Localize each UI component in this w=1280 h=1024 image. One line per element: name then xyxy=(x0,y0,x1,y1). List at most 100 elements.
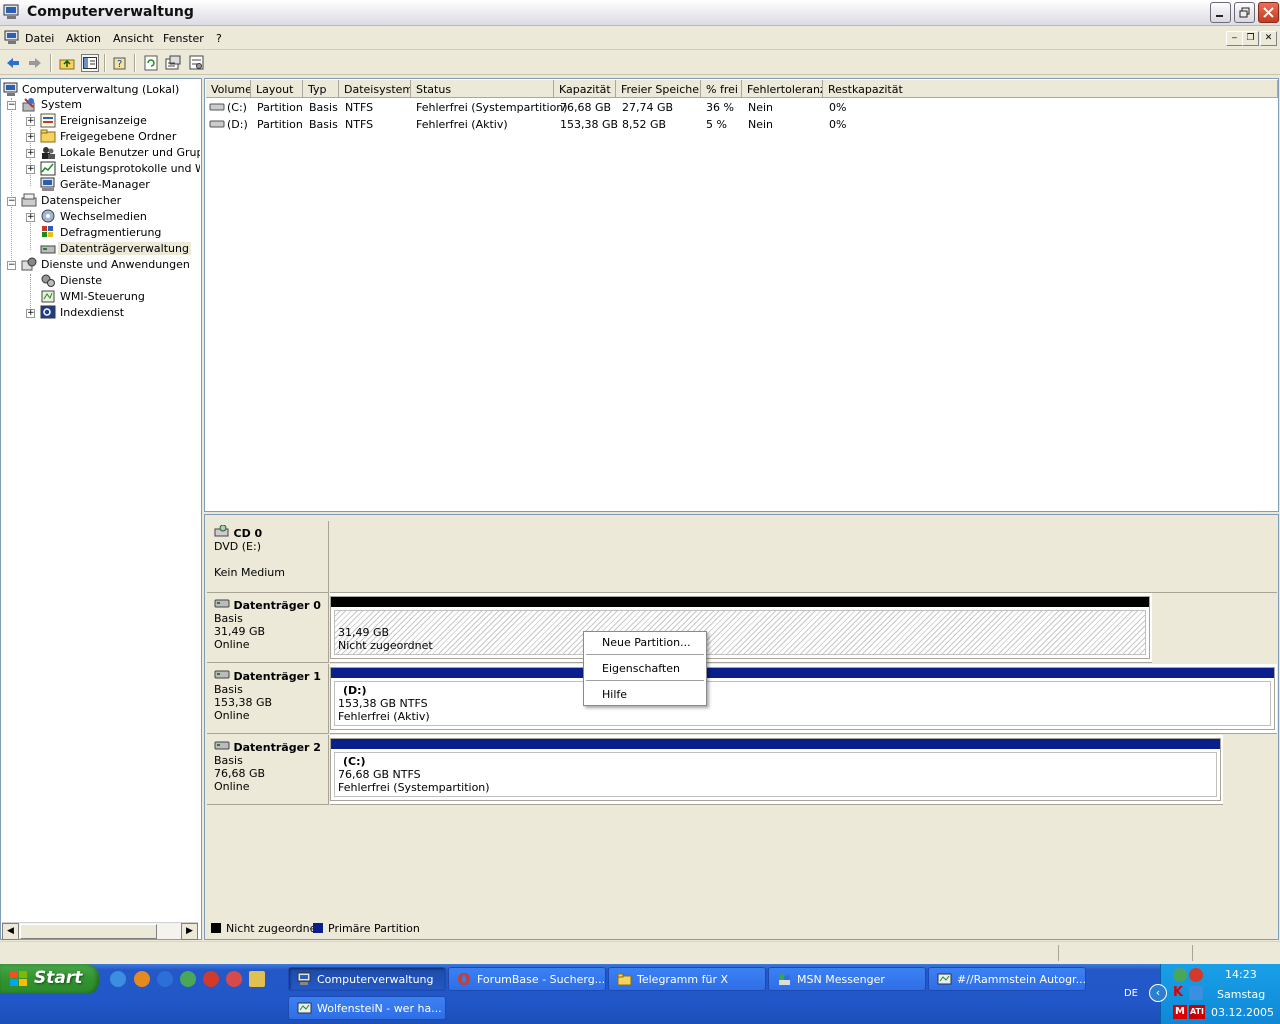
task-button-msn-messenger[interactable]: MSN Messenger xyxy=(768,967,926,991)
msn-tray-icon[interactable] xyxy=(1173,968,1187,982)
messenger-icon[interactable] xyxy=(180,971,196,987)
task-button-computerverwaltung[interactable]: Computerverwaltung xyxy=(288,967,446,991)
console-tree[interactable]: Computerverwaltung (Lokal) − System + Er… xyxy=(0,78,202,940)
mdi-window-icon[interactable] xyxy=(4,30,20,45)
minimize-button[interactable] xyxy=(1210,2,1231,23)
partition-c[interactable]: (C:) 76,68 GB NTFS Fehlerfrei (Systempar… xyxy=(330,738,1221,801)
disk-label-disk2[interactable]: Datenträger 2 Basis 76,68 GB Online xyxy=(207,735,329,805)
mdi-close-button[interactable]: ✕ xyxy=(1260,31,1277,46)
collapse-toggle[interactable]: − xyxy=(7,261,16,270)
media-app-icon[interactable] xyxy=(226,971,242,987)
mcafee-icon[interactable]: M xyxy=(1173,1005,1187,1019)
partition-drive: (C:) xyxy=(343,755,366,768)
tree-item-lokale-benutzer[interactable]: Lokale Benutzer und Gruppen xyxy=(40,145,200,161)
antivirus-icon[interactable]: K xyxy=(1173,986,1187,1000)
collapse-toggle[interactable]: − xyxy=(7,197,16,206)
opera-icon[interactable] xyxy=(203,971,219,987)
column-header-prozent-frei[interactable]: % frei xyxy=(701,80,742,98)
scroll-right-button[interactable]: ▶ xyxy=(181,923,198,940)
scroll-left-button[interactable]: ◀ xyxy=(2,923,19,940)
menu-datei[interactable]: Datei xyxy=(25,32,54,45)
expand-toggle[interactable]: + xyxy=(26,117,35,126)
arrow-right-icon xyxy=(29,58,41,68)
toolbar-app-icon[interactable] xyxy=(134,971,150,987)
computer-management-icon[interactable] xyxy=(3,4,20,20)
mdi-restore-button[interactable]: ❐ xyxy=(1242,31,1259,46)
expand-toggle[interactable]: + xyxy=(26,149,35,158)
column-header-layout[interactable]: Layout xyxy=(251,80,303,98)
menu-item-neue-partition[interactable]: Neue Partition... xyxy=(602,636,691,649)
toolbar: ? xyxy=(0,51,1280,75)
show-hide-tree-button[interactable] xyxy=(81,54,99,72)
disk-label-disk1[interactable]: Datenträger 1 Basis 153,38 GB Online xyxy=(207,664,329,734)
properties-button[interactable] xyxy=(164,54,182,72)
disk-name: Datenträger 0 xyxy=(233,599,321,612)
expand-toggle[interactable]: + xyxy=(26,309,35,318)
column-header-freier-speicher[interactable]: Freier Speicher xyxy=(616,80,701,98)
ati-icon[interactable]: ATI xyxy=(1189,1005,1205,1019)
partition-unallocated[interactable]: 31,49 GB Nicht zugeordnet xyxy=(330,596,1150,659)
table-row[interactable]: (C:) Partition Basis NTFS Fehlerfrei (Sy… xyxy=(207,100,1277,116)
ie-icon[interactable] xyxy=(110,971,126,987)
menu-ansicht[interactable]: Ansicht xyxy=(113,32,154,45)
event-viewer-icon xyxy=(40,113,56,128)
column-header-typ[interactable]: Typ xyxy=(303,80,339,98)
menu-item-eigenschaften[interactable]: Eigenschaften xyxy=(602,662,680,675)
scroll-thumb[interactable] xyxy=(20,924,157,939)
disk-graphic-pane[interactable]: CD 0 DVD (E:) Kein Medium Datenträger 0 … xyxy=(204,514,1279,940)
help-topics-button[interactable]: ? xyxy=(111,54,129,72)
language-indicator[interactable]: DE xyxy=(1118,988,1144,1002)
legend-swatch-primary xyxy=(313,923,323,933)
tool-icon[interactable] xyxy=(249,971,265,987)
partition-d[interactable]: (D:) 153,38 GB NTFS Fehlerfrei (Aktiv) xyxy=(330,667,1275,730)
column-header-fehlertoleranz[interactable]: Fehlertoleranz xyxy=(742,80,823,98)
column-header-dateisystem[interactable]: Dateisystem xyxy=(339,80,411,98)
up-level-button[interactable] xyxy=(58,54,76,72)
disk-size xyxy=(214,553,328,566)
back-button[interactable] xyxy=(4,54,22,72)
network-icon[interactable] xyxy=(1189,986,1203,1000)
expand-toggle[interactable]: + xyxy=(26,213,35,222)
clock-time[interactable]: 14:23 xyxy=(1225,968,1257,981)
refresh-button[interactable] xyxy=(142,54,160,72)
browser-icon[interactable] xyxy=(157,971,173,987)
start-button[interactable]: Start xyxy=(0,964,99,994)
collapse-toggle[interactable]: − xyxy=(7,101,16,110)
task-button-telegramm[interactable]: Telegramm für X xyxy=(608,967,766,991)
disk-area-cd0 xyxy=(330,521,1277,593)
close-button[interactable] xyxy=(1258,2,1279,23)
column-header-kapazitaet[interactable]: Kapazität xyxy=(554,80,616,98)
tree-item-leistungsprotokolle[interactable]: Leistungsprotokolle und Warnungen xyxy=(40,161,200,177)
status-segment xyxy=(1192,945,1193,961)
context-menu[interactable]: Neue Partition... Eigenschaften Hilfe xyxy=(583,631,707,706)
settings-button[interactable] xyxy=(188,54,206,72)
volume-list[interactable]: Volume Layout Typ Dateisystem Status Kap… xyxy=(204,78,1279,512)
tree-horizontal-scrollbar[interactable]: ◀ ▶ xyxy=(2,922,198,940)
window-title: Computerverwaltung xyxy=(27,4,194,20)
title-bar[interactable]: Computerverwaltung xyxy=(0,0,1280,26)
forward-button[interactable] xyxy=(26,54,44,72)
disk-area-disk1: (D:) 153,38 GB NTFS Fehlerfrei (Aktiv) xyxy=(330,664,1277,734)
menu-fenster[interactable]: Fenster xyxy=(163,32,204,45)
task-button-forumbase[interactable]: ForumBase - Sucherg... xyxy=(448,967,606,991)
show-hidden-icons-button[interactable]: ‹ xyxy=(1149,984,1167,1002)
table-row[interactable]: (D:) Partition Basis NTFS Fehlerfrei (Ak… xyxy=(207,117,1277,133)
disk-management-icon xyxy=(40,241,56,256)
column-header-restkapazitaet[interactable]: Restkapazität xyxy=(823,80,1278,98)
disk-label-disk0[interactable]: Datenträger 0 Basis 31,49 GB Online xyxy=(207,593,329,663)
menu-item-hilfe[interactable]: Hilfe xyxy=(602,688,627,701)
column-header-status[interactable]: Status xyxy=(411,80,554,98)
task-button-rammstein[interactable]: #//Rammstein Autogr... xyxy=(928,967,1086,991)
expand-toggle[interactable]: + xyxy=(26,165,35,174)
clock-day: Samstag xyxy=(1217,988,1266,1001)
task-button-wolfenstein[interactable]: WolfensteiN - wer ha... xyxy=(288,996,446,1020)
menu-help[interactable]: ? xyxy=(216,32,222,45)
opera-tray-icon[interactable] xyxy=(1189,968,1203,982)
mdi-minimize-button[interactable]: ‒ xyxy=(1226,31,1243,46)
disk-label-cd0[interactable]: CD 0 DVD (E:) Kein Medium xyxy=(207,521,329,593)
column-header-volume[interactable]: Volume xyxy=(206,80,251,98)
expand-toggle[interactable]: + xyxy=(26,133,35,142)
menu-aktion[interactable]: Aktion xyxy=(66,32,101,45)
tree-item-label: Indexdienst xyxy=(60,306,125,319)
restore-button[interactable] xyxy=(1234,2,1255,23)
